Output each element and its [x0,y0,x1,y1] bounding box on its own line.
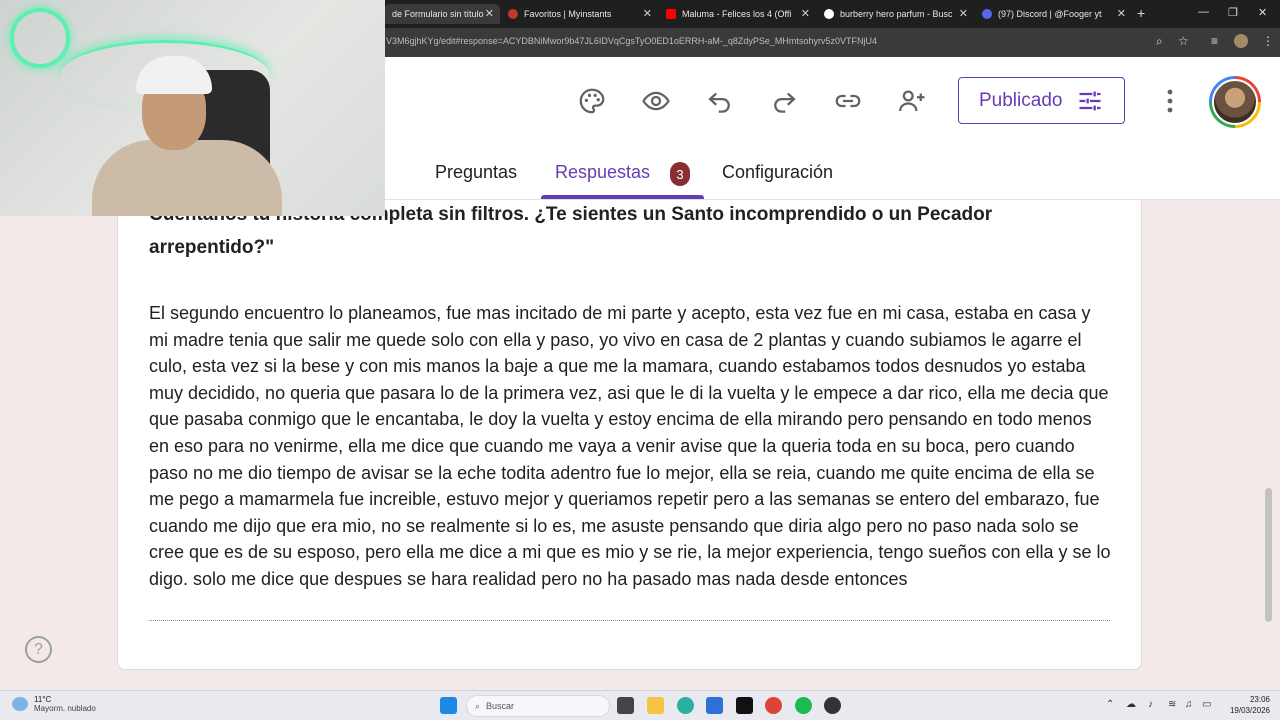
undo-icon[interactable] [703,84,737,118]
windows-taskbar: 11°C Mayorm. nublado ⌕ Buscar ⌃ ☁ ♪ ≋ ♫ … [0,690,1280,720]
zoom-icon[interactable]: ⌕ [1156,34,1163,49]
webcam-overlay [0,0,385,216]
search-icon: ⌕ [475,700,481,711]
tray-overflow-icon[interactable]: ⌃ [1106,699,1114,710]
task-view-icon[interactable] [617,697,634,714]
file-explorer-icon[interactable] [647,697,664,714]
reading-list-icon[interactable]: ≡ [1211,34,1218,48]
neon-smiley-sign [10,8,70,68]
taskbar-search[interactable]: ⌕ Buscar [466,695,610,717]
tab-youtube[interactable]: Maluma - Felices los 4 (Offi ✕ [658,4,816,24]
clock-time: 23:06 [1249,695,1270,704]
wifi-icon[interactable]: ≋ [1168,699,1176,710]
tab-label: Favoritos | Myinstants [524,9,612,19]
redo-icon[interactable] [767,84,801,118]
search-placeholder: Buscar [486,701,515,711]
tab-forms[interactable]: de Formulario sin título ✕ [384,4,500,24]
help-button[interactable]: ? [25,636,52,663]
start-icon[interactable] [440,697,457,714]
weather-widget[interactable]: 11°C Mayorm. nublado [12,695,96,713]
spotify-icon[interactable] [795,697,812,714]
minimize-icon[interactable]: — [1198,6,1209,18]
tab-label: burberry hero parfum - Buscar [840,9,952,19]
system-clock[interactable]: 23:06 19/03/2026 [1222,694,1270,716]
new-tab-button[interactable]: + [1137,5,1145,21]
close-icon[interactable]: ✕ [485,7,494,20]
add-collaborator-icon[interactable] [895,84,929,118]
restore-icon[interactable]: ❐ [1228,6,1238,19]
close-icon[interactable]: ✕ [643,7,652,20]
tab-label: Maluma - Felices los 4 (Offi [682,9,792,19]
tab-label: (97) Discord | @Fooger yt [998,9,1102,19]
more-options-icon[interactable] [1160,87,1180,115]
close-icon[interactable]: ✕ [801,7,810,20]
myinstants-icon [508,9,518,19]
volume-icon[interactable]: ♫ [1185,699,1193,710]
discord-icon [982,9,992,19]
browser-menu-icon[interactable]: ⋮ [1262,34,1274,48]
tab-settings[interactable]: Configuración [722,162,833,183]
link-icon[interactable] [831,84,865,118]
publish-label: Publicado [979,89,1063,111]
streamer-hoodie [92,140,282,216]
google-icon [824,9,834,19]
weather-temp: 11°C [34,695,52,704]
answer-underline [149,620,1110,621]
close-window-icon[interactable]: ✕ [1258,6,1267,19]
clock-date: 19/03/2026 [1229,706,1270,715]
tab-google-search[interactable]: burberry hero parfum - Buscar ✕ [816,4,974,24]
microphone-icon[interactable]: ♪ [1148,699,1153,710]
weather-description: Mayorm. nublado [34,704,96,713]
tab-responses[interactable]: Respuestas [555,162,650,183]
tab-myinstants[interactable]: Favoritos | Myinstants ✕ [500,4,658,24]
battery-icon[interactable]: ▭ [1202,699,1211,710]
tune-icon [1079,91,1101,110]
tab-discord[interactable]: (97) Discord | @Fooger yt ✕ [974,4,1132,24]
browser-profile-avatar[interactable] [1234,34,1248,48]
address-bar[interactable]: V3M6gjhKYg/edit#response=ACYDBNiMwor9b47… [386,36,877,46]
answer-text: El segundo encuentro lo planeamos, fue m… [149,303,1111,589]
account-avatar[interactable] [1209,76,1261,128]
store-icon[interactable] [706,697,723,714]
preview-eye-icon[interactable] [639,84,673,118]
cloud-sync-icon[interactable]: ☁ [1126,699,1136,710]
yahoo-icon[interactable] [736,697,753,714]
close-icon[interactable]: ✕ [959,7,968,20]
cloud-icon [12,697,28,711]
publish-button[interactable]: Publicado [958,77,1125,124]
palette-icon[interactable] [575,84,609,118]
youtube-icon [666,9,676,19]
bookmark-star-icon[interactable]: ☆ [1178,34,1189,48]
obs-icon[interactable] [824,697,841,714]
edge-icon[interactable] [677,697,694,714]
tab-label: de Formulario sin título [392,9,484,19]
scrollbar-thumb[interactable] [1265,488,1272,622]
tab-questions[interactable]: Preguntas [435,162,517,183]
responses-count-badge: 3 [670,162,690,186]
close-icon[interactable]: ✕ [1117,7,1126,20]
chrome-icon[interactable] [765,697,782,714]
